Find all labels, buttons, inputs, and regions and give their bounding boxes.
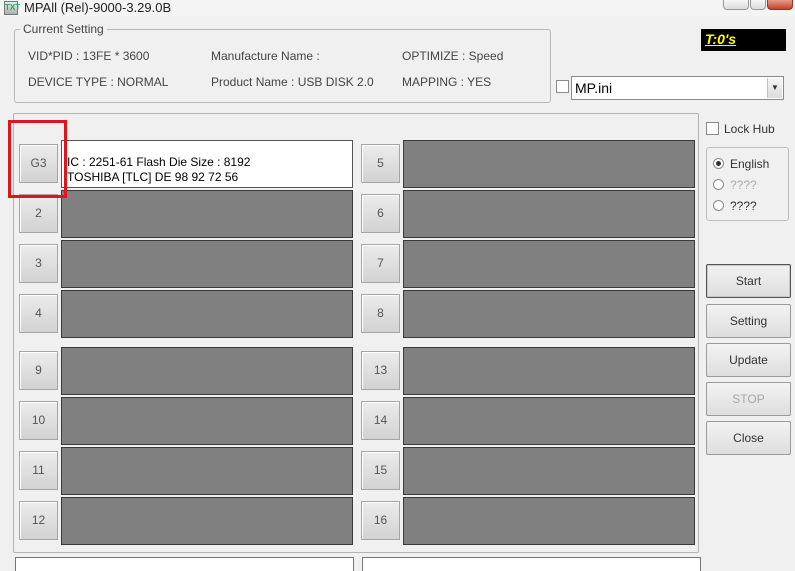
port-slot-12 — [61, 497, 353, 545]
port-button-13[interactable]: 13 — [361, 351, 400, 390]
port-button-16[interactable]: 16 — [361, 501, 400, 540]
port-button-14[interactable]: 14 — [361, 401, 400, 440]
status-box-right — [362, 557, 701, 571]
port-button-6[interactable]: 6 — [361, 194, 400, 233]
update-button[interactable]: Update — [706, 343, 791, 377]
stop-button[interactable]: STOP — [706, 382, 791, 416]
current-setting-group: Current Setting VID*PID : 13FE * 3600 DE… — [14, 22, 551, 103]
app-icon: TXT — [4, 1, 20, 15]
timer-text: T:0's — [705, 31, 737, 47]
language-radio-2[interactable] — [713, 179, 724, 190]
port-button-11[interactable]: 11 — [19, 451, 58, 490]
manufacture-name-text: Manufacture Name : — [211, 49, 320, 63]
port-slot-g3: IC : 2251-61 Flash Die Size : 8192 TOSHIB… — [61, 140, 353, 188]
current-setting-legend: Current Setting — [20, 22, 107, 36]
port-slot-13 — [403, 347, 695, 395]
port-slot-8 — [403, 290, 695, 338]
language-label-english: English — [730, 157, 770, 171]
title-bar: TXT MPAll (Rel)-9000-3.29.0B — [0, 0, 795, 16]
port-button-12[interactable]: 12 — [19, 501, 58, 540]
port-button-5[interactable]: 5 — [361, 144, 400, 183]
port-slot-14 — [403, 397, 695, 445]
port-info-line: TOSHIBA [TLC] DE 98 92 72 56 — [67, 170, 239, 184]
port-slot-5 — [403, 140, 695, 188]
port-button-15[interactable]: 15 — [361, 451, 400, 490]
ini-checkbox[interactable] — [556, 80, 569, 93]
device-type-text: DEVICE TYPE : NORMAL — [28, 75, 169, 89]
chevron-down-icon[interactable]: ▼ — [767, 78, 782, 98]
close-button[interactable]: Close — [706, 421, 791, 455]
port-button-7[interactable]: 7 — [361, 244, 400, 283]
port-button-10[interactable]: 10 — [19, 401, 58, 440]
lock-hub-label: Lock Hub — [724, 122, 775, 136]
port-button-9[interactable]: 9 — [19, 351, 58, 390]
port-button-2[interactable]: 2 — [19, 194, 58, 233]
port-slot-16 — [403, 497, 695, 545]
maximize-button[interactable] — [750, 0, 766, 10]
start-button[interactable]: Start — [706, 264, 791, 298]
ini-file-select[interactable]: MP.ini ▼ — [571, 76, 784, 100]
port-button-8[interactable]: 8 — [361, 294, 400, 333]
language-radio-3[interactable] — [713, 200, 724, 211]
port-slot-9 — [61, 347, 353, 395]
port-slot-7 — [403, 240, 695, 288]
language-label-3: ???? — [730, 199, 757, 213]
highlight-box — [8, 120, 67, 198]
product-name-text: Product Name : USB DISK 2.0 — [211, 75, 374, 89]
port-slot-10 — [61, 397, 353, 445]
language-radio-english[interactable] — [713, 158, 724, 169]
setting-button[interactable]: Setting — [706, 304, 791, 338]
close-window-button[interactable] — [767, 0, 793, 10]
timer-display: T:0's — [701, 29, 786, 51]
status-box-left — [15, 557, 354, 571]
language-label-2: ???? — [730, 178, 757, 192]
port-button-4[interactable]: 4 — [19, 294, 58, 333]
minimize-button[interactable] — [723, 0, 749, 10]
port-slot-4 — [61, 290, 353, 338]
vid-pid-text: VID*PID : 13FE * 3600 — [28, 49, 150, 63]
port-info-line: IC : 2251-61 Flash Die Size : 8192 — [67, 155, 251, 169]
ini-file-value: MP.ini — [575, 80, 613, 96]
port-slot-2 — [61, 190, 353, 238]
port-slot-3 — [61, 240, 353, 288]
port-button-3[interactable]: 3 — [19, 244, 58, 283]
optimize-text: OPTIMIZE : Speed — [402, 49, 504, 63]
port-slot-11 — [61, 447, 353, 495]
port-slot-6 — [403, 190, 695, 238]
lock-hub-checkbox[interactable] — [706, 122, 719, 135]
mapping-text: MAPPING : YES — [402, 75, 492, 89]
port-slot-15 — [403, 447, 695, 495]
window-title: MPAll (Rel)-9000-3.29.0B — [24, 0, 172, 15]
